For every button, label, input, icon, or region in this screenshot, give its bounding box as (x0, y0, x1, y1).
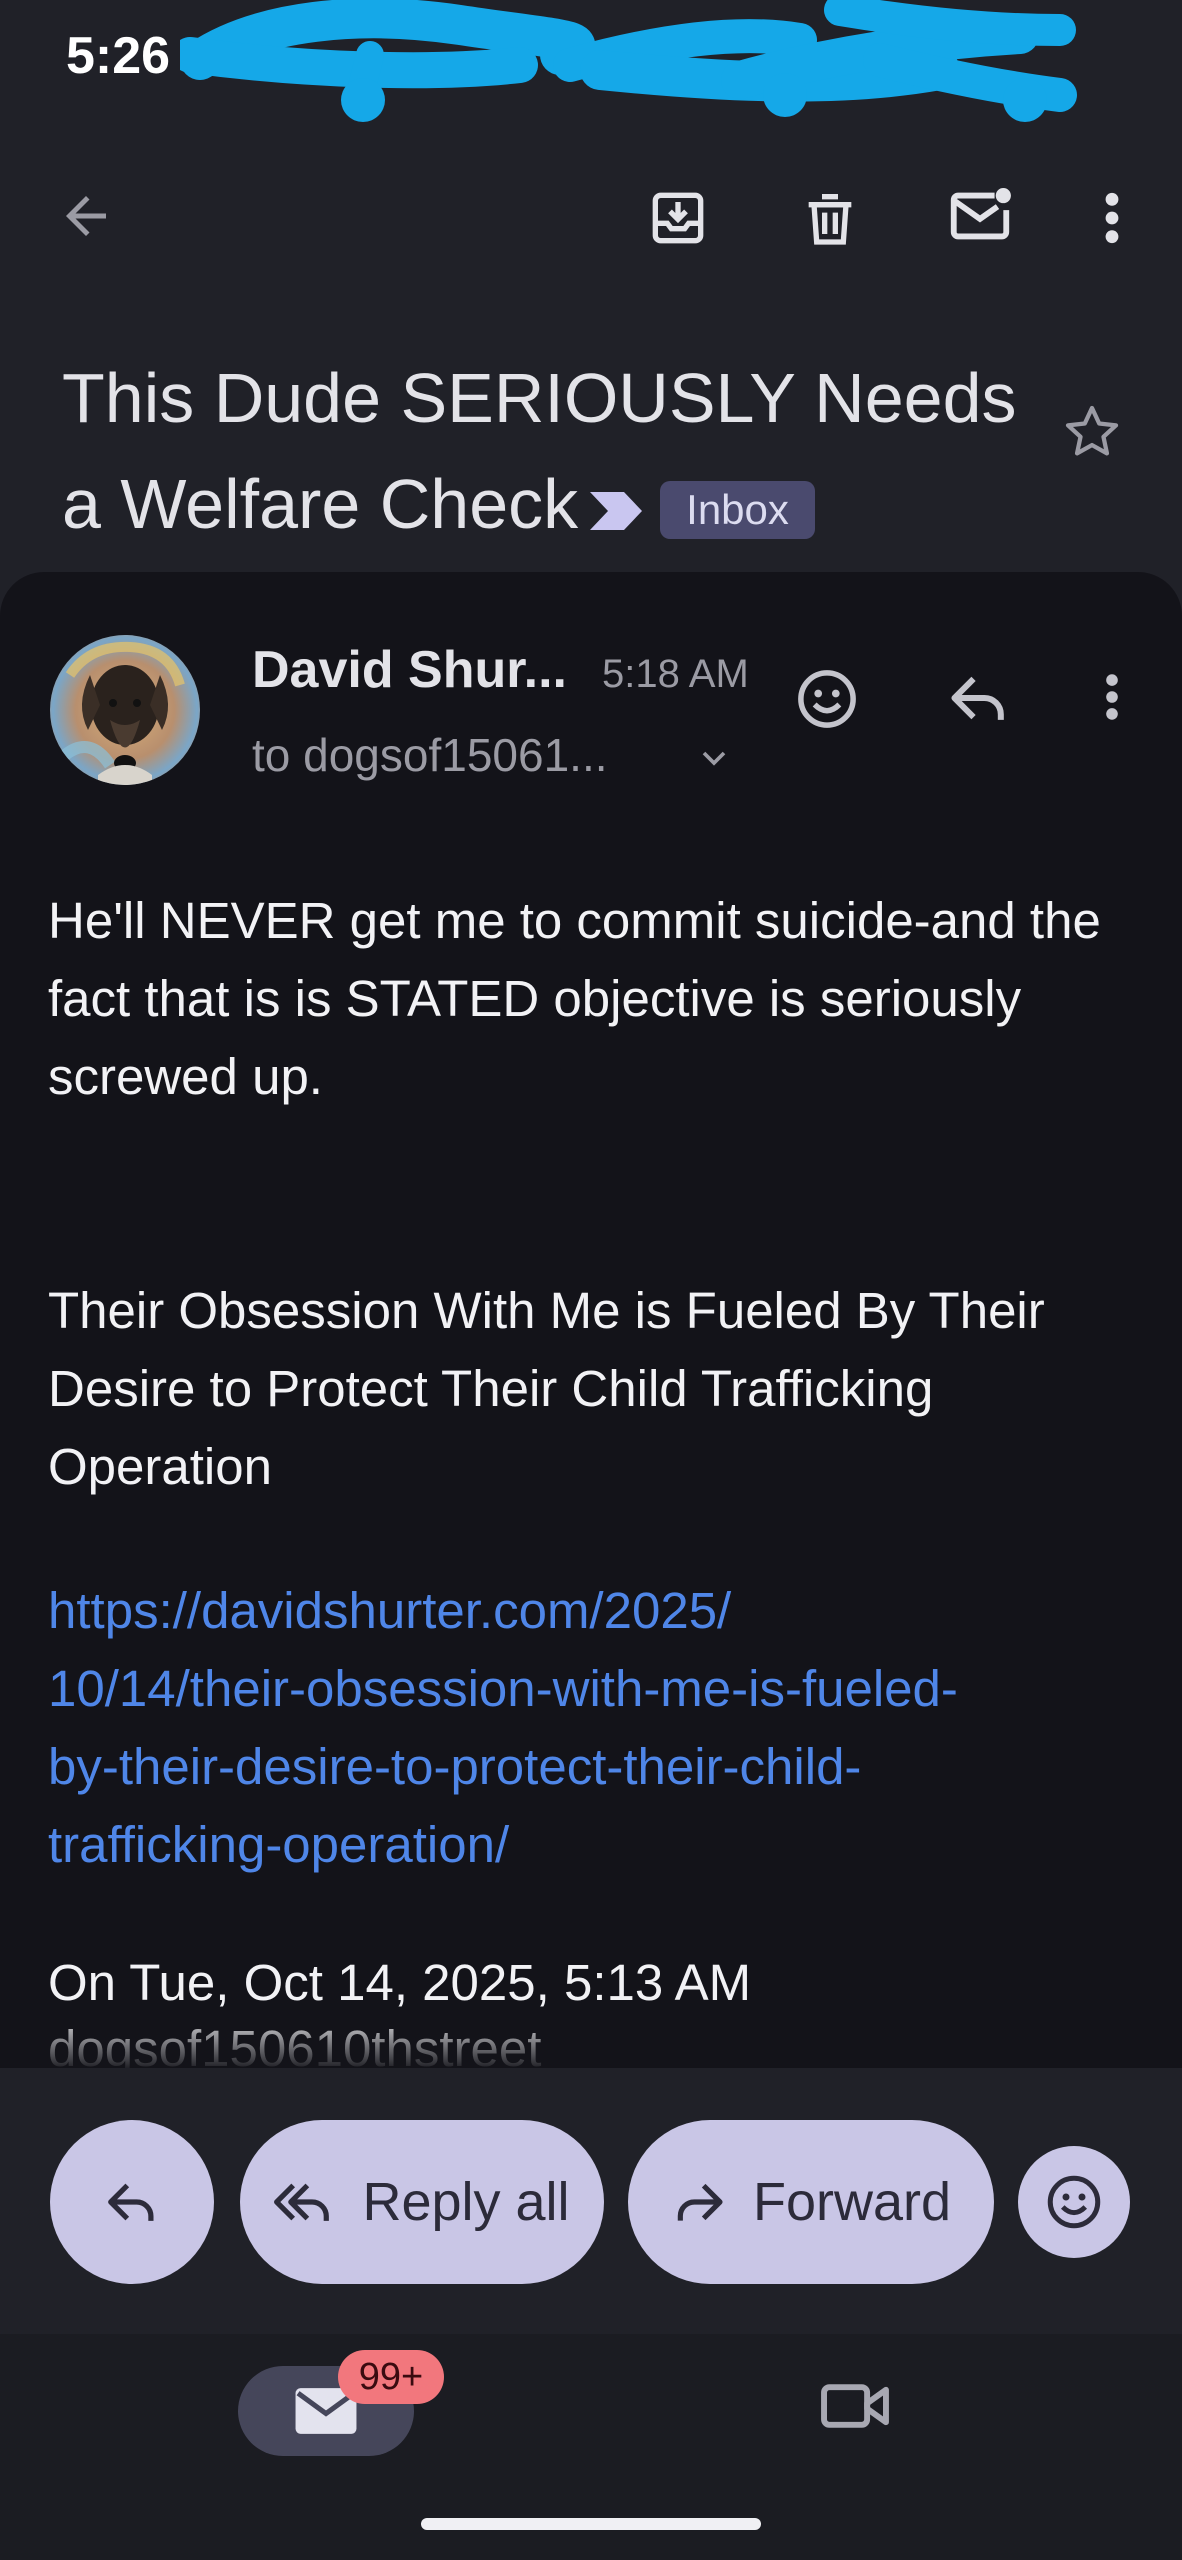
reply-all-icon (274, 2183, 330, 2221)
archive-icon (652, 192, 704, 244)
reply-pill-button[interactable] (50, 2120, 214, 2284)
recipients[interactable]: to dogsof15061... (252, 728, 608, 782)
reply-button[interactable] (946, 668, 1012, 733)
reply-icon (108, 2183, 154, 2221)
mark-unread-button[interactable] (930, 166, 1030, 266)
redaction-scribble (180, 0, 1077, 122)
forward-icon (677, 2183, 723, 2221)
star-button[interactable] (1060, 400, 1124, 469)
forward-label: Forward (752, 2172, 952, 2232)
reply-all-button[interactable]: Reply all (240, 2120, 604, 2284)
sender-name[interactable]: David Shur... (252, 640, 567, 700)
link-line: 10/14/their-obsession-with-me-is-fueled- (48, 1660, 958, 1717)
back-button[interactable] (36, 166, 136, 266)
delete-button[interactable] (780, 168, 880, 268)
link-line: trafficking-operation/ (48, 1816, 510, 1873)
show-details-button[interactable] (694, 738, 734, 783)
react-button[interactable] (1018, 2146, 1130, 2258)
status-time: 5:26 (66, 27, 171, 85)
forward-button[interactable]: Forward (628, 2120, 994, 2284)
importance-marker-icon (588, 457, 646, 563)
link-line: by-their-desire-to-protect-their-child- (48, 1738, 862, 1795)
back-arrow-icon (66, 196, 106, 236)
home-indicator[interactable] (421, 2518, 761, 2530)
delete-icon (808, 194, 852, 245)
more-vert-icon (1106, 674, 1118, 720)
label-chip-inbox[interactable]: Inbox (660, 480, 815, 539)
chevron-down-icon (702, 751, 726, 766)
email-subject: This Dude SERIOUSLY Needs a Welfare Chec… (62, 345, 1062, 563)
body-fade (0, 2010, 1182, 2072)
body-paragraph-1: He'll NEVER get me to commit suicide-and… (48, 892, 1101, 1105)
archive-button[interactable] (628, 168, 728, 268)
unread-count-badge: 99+ (338, 2350, 444, 2404)
add-reaction-button[interactable] (794, 666, 860, 737)
body-link[interactable]: https://davidshurter.com/2025/ 10/14/the… (48, 1572, 1138, 1884)
mark-unread-icon (950, 188, 1011, 240)
sender-avatar[interactable] (50, 635, 200, 785)
nav-meet-tab[interactable] (820, 2378, 890, 2439)
reply-all-label: Reply all (362, 2172, 570, 2232)
emoji-react-icon (1047, 2175, 1101, 2229)
link-line: https://davidshurter.com/2025/ (48, 1582, 732, 1639)
message-more-button[interactable] (1102, 668, 1122, 731)
more-options-button[interactable] (1062, 168, 1162, 268)
video-camera-icon (821, 2384, 889, 2428)
star-icon (1065, 405, 1119, 456)
emoji-react-icon (798, 670, 856, 728)
subject-text: This Dude SERIOUSLY Needs a Welfare Chec… (62, 359, 1017, 543)
more-vert-icon (1105, 192, 1119, 244)
reply-icon (951, 676, 1004, 720)
message-time: 5:18 AM (602, 652, 749, 696)
body-paragraph-2: Their Obsession With Me is Fueled By The… (48, 1282, 1045, 1495)
